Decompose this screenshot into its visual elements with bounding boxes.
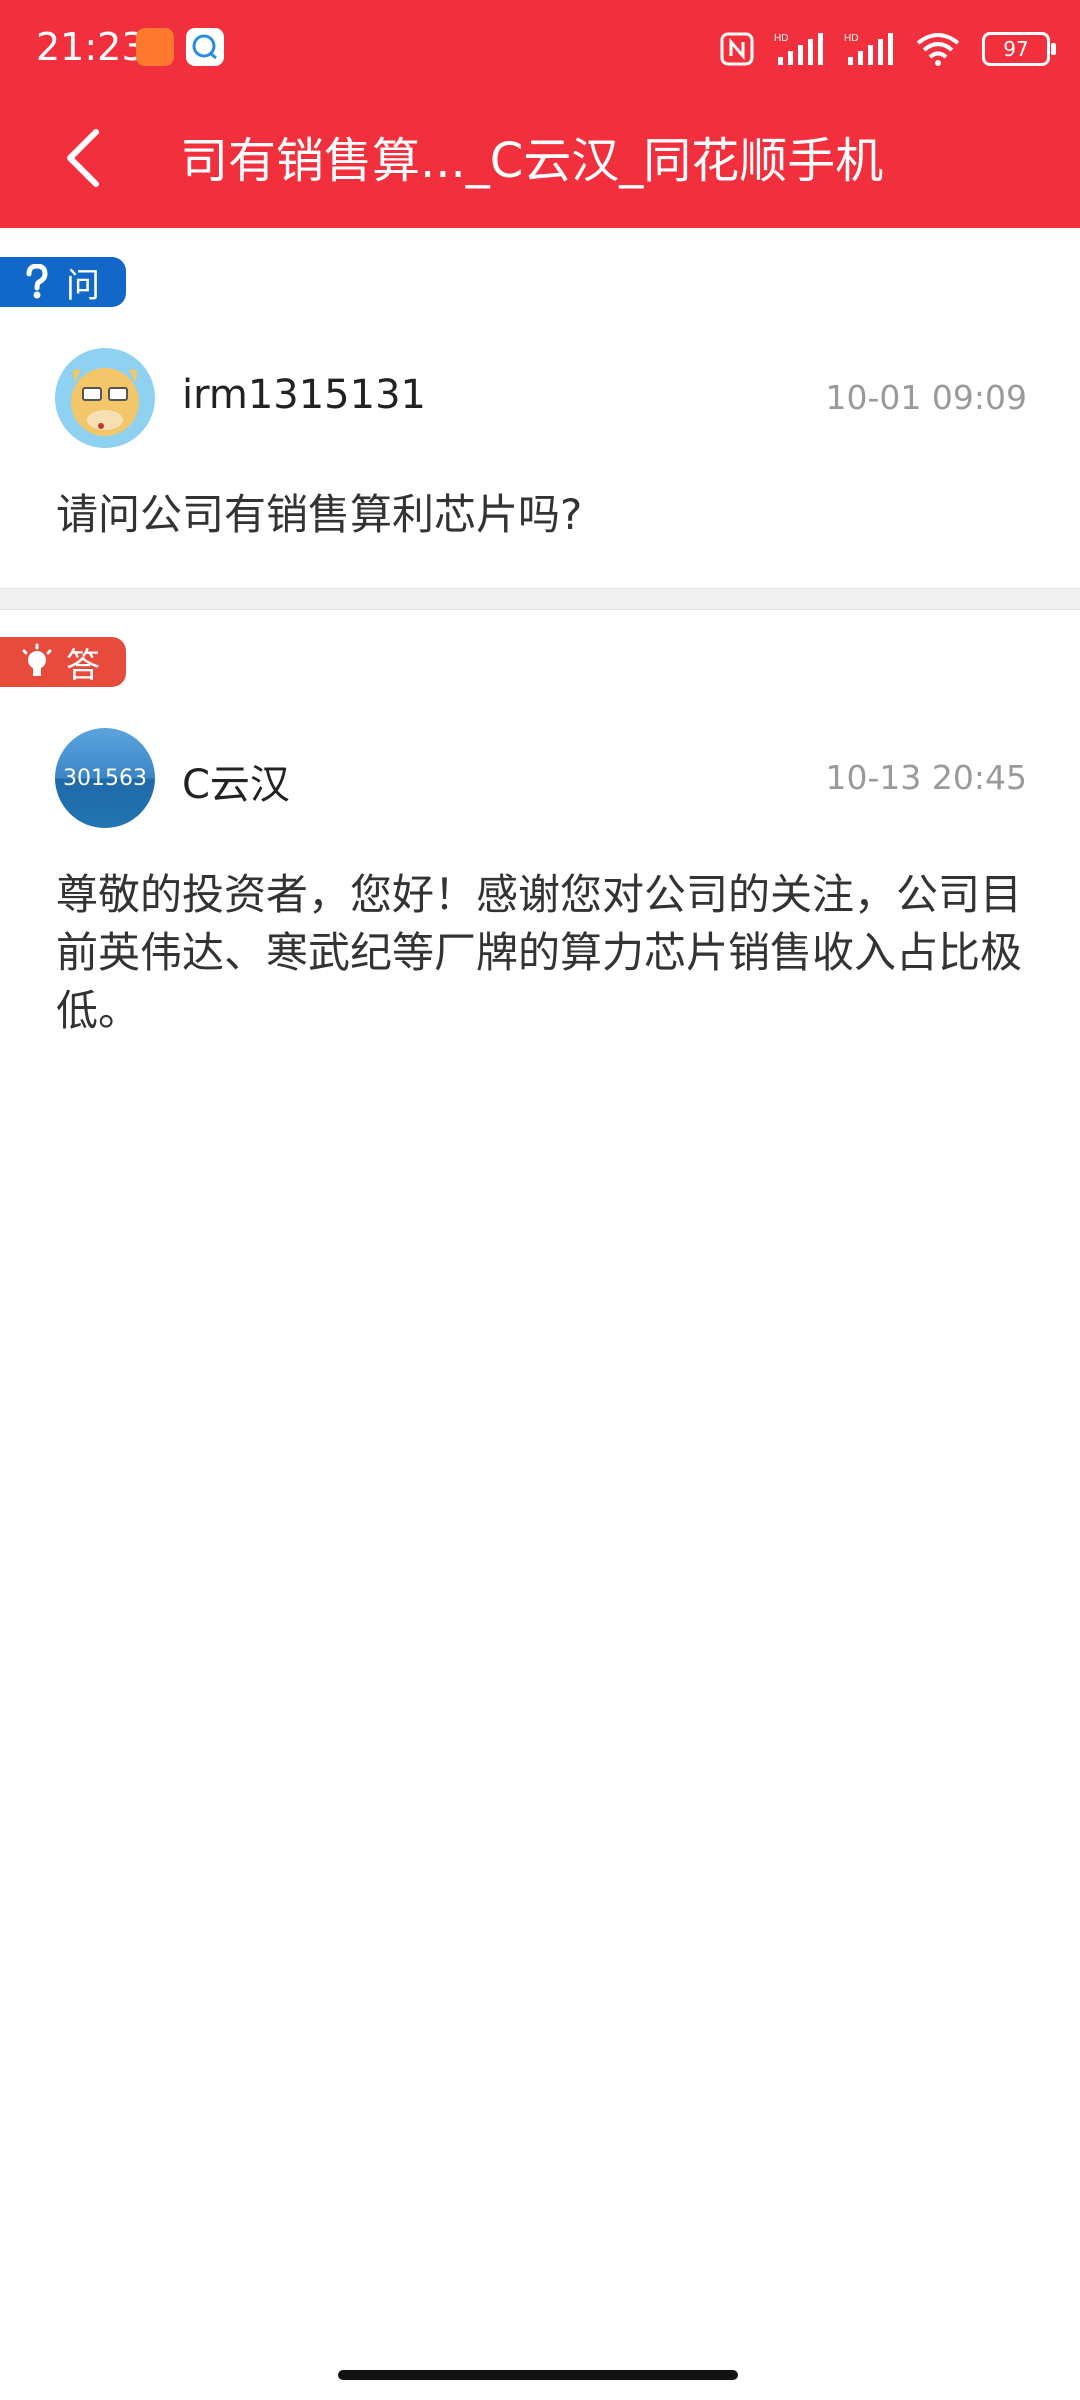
avatar[interactable]	[55, 348, 155, 448]
answer-tag-label: 答	[66, 645, 100, 686]
home-indicator[interactable]	[338, 2370, 738, 2380]
nfc-icon	[720, 32, 754, 66]
answer-text: 尊敬的投资者，您好！感谢您对公司的关注，公司目前英伟达、寒武纪等厂牌的算力芯片销…	[56, 870, 1023, 1035]
battery-icon: 97	[982, 32, 1056, 66]
question-tag: 问	[0, 257, 126, 307]
svg-text:HD: HD	[844, 33, 858, 44]
back-button[interactable]	[52, 118, 122, 198]
signal-hd-icon: HD	[774, 33, 823, 65]
chevron-left-icon	[67, 129, 99, 187]
company-avatar[interactable]: 301563	[55, 728, 155, 828]
question-mark-icon	[14, 264, 60, 300]
company-avatar-code: 301563	[63, 765, 147, 791]
status-time: 21:23	[36, 25, 146, 69]
wifi-icon	[916, 33, 960, 66]
question-username: irm1315131	[182, 372, 426, 418]
answer-username: C云汉	[182, 762, 290, 808]
page-title: 司有销售算..._C云汉_同花顺手机	[180, 133, 884, 189]
message-notification-icon	[186, 28, 224, 66]
status-icons: HD HD 97	[720, 24, 1056, 74]
lightbulb-icon	[14, 643, 60, 681]
divider	[0, 588, 1080, 610]
question-tag-label: 问	[66, 265, 100, 306]
question-timestamp: 10-01 09:09	[825, 378, 1027, 417]
svg-text:HD: HD	[774, 33, 788, 44]
question-text: 请问公司有销售算利芯片吗?	[56, 490, 583, 539]
app-header: 21:23 HD HD 97 司有销售算..._C云汉_同花顺手机	[0, 0, 1080, 228]
answer-timestamp: 10-13 20:45	[825, 758, 1027, 797]
battery-level: 97	[1003, 37, 1029, 61]
answer-tag: 答	[0, 637, 126, 687]
shop-notification-icon	[136, 28, 174, 66]
signal-hd-icon: HD	[844, 33, 893, 65]
